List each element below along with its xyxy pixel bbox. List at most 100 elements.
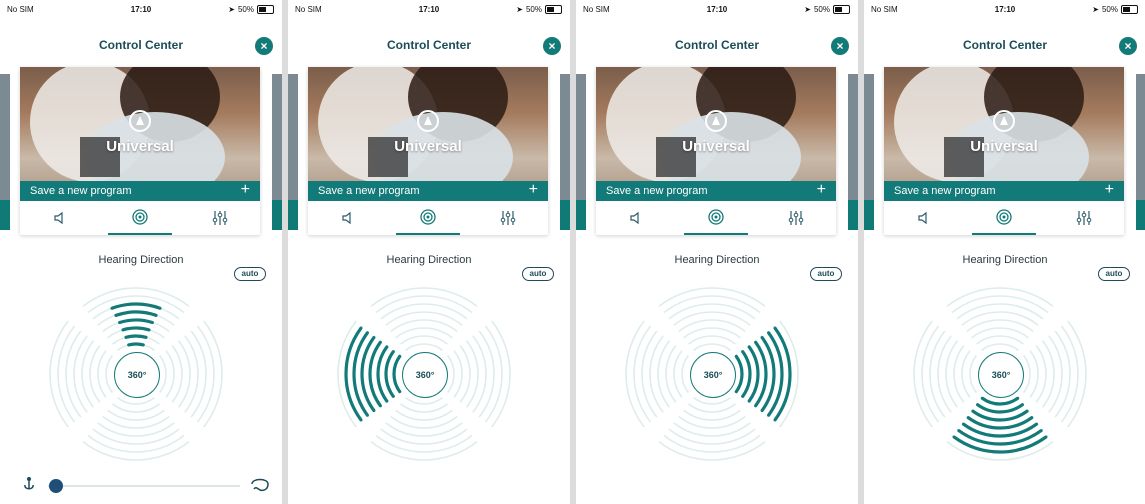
direction-arc	[392, 354, 402, 394]
ring-segment	[693, 343, 731, 352]
direction-icon	[420, 209, 436, 225]
equalizer-icon	[1076, 211, 1092, 225]
save-program-button[interactable]: Save a new program +	[884, 181, 1124, 201]
tab-direction[interactable]	[388, 201, 468, 235]
ring-segment	[678, 415, 746, 429]
ring-segment	[385, 311, 463, 326]
plus-icon: +	[1104, 181, 1114, 198]
ring-segment	[102, 319, 170, 333]
program-name: Universal	[106, 138, 174, 155]
tab-equalizer[interactable]	[756, 201, 836, 235]
battery-icon	[545, 5, 562, 14]
page-title: Control Center	[963, 38, 1047, 52]
ring-segment	[969, 355, 978, 393]
ring-segment	[966, 319, 1034, 333]
battery-icon	[1121, 5, 1138, 14]
direction-dial[interactable]: 360°	[622, 284, 802, 464]
direction-arc	[124, 334, 148, 339]
tab-volume[interactable]	[596, 201, 676, 235]
hearing-direction-title: Hearing Direction	[386, 254, 472, 266]
ring-segment	[390, 319, 458, 333]
auto-button[interactable]: auto	[810, 267, 842, 281]
ring-segment	[97, 422, 175, 437]
auto-button[interactable]: auto	[522, 267, 554, 281]
page-title: Control Center	[99, 38, 183, 52]
close-button[interactable]: ×	[543, 37, 561, 55]
ring-segment	[649, 335, 664, 413]
program-name: Universal	[394, 138, 462, 155]
equalizer-icon	[500, 211, 516, 225]
direction-arc	[118, 318, 154, 325]
next-card-peek[interactable]	[560, 74, 570, 200]
previous-card-peek[interactable]	[864, 74, 874, 200]
tab-volume[interactable]	[308, 201, 388, 235]
previous-card-bar	[288, 200, 298, 230]
location-icon: ➤	[1092, 5, 1099, 14]
slider-thumb[interactable]	[49, 479, 63, 493]
tab-equalizer[interactable]	[468, 201, 548, 235]
center-360-label[interactable]: 360°	[690, 352, 736, 398]
page-title: Control Center	[675, 38, 759, 52]
tab-equalizer[interactable]	[180, 201, 260, 235]
direction-arc	[114, 310, 158, 317]
auto-button[interactable]: auto	[234, 267, 266, 281]
tab-equalizer[interactable]	[1044, 201, 1124, 235]
auto-button[interactable]: auto	[1098, 267, 1130, 281]
ring-segment	[405, 343, 443, 352]
tab-direction[interactable]	[100, 201, 180, 235]
center-360-label[interactable]: 360°	[114, 352, 160, 398]
plus-icon: +	[240, 181, 250, 198]
phone-screen-front: No SIM 17:10 ➤ 50% Control Center × Unive…	[0, 0, 282, 504]
direction-dial[interactable]: 360°	[334, 284, 514, 464]
location-icon: ➤	[228, 5, 235, 14]
next-card-bar	[848, 200, 858, 230]
speaker-icon	[630, 211, 639, 225]
ring-segment	[465, 340, 479, 408]
program-photo: Universal	[884, 67, 1124, 181]
previous-card-peek[interactable]	[0, 74, 10, 200]
direction-dial[interactable]: 360°	[46, 284, 226, 464]
center-360-label[interactable]: 360°	[402, 352, 448, 398]
battery-label: 50%	[237, 5, 254, 14]
next-card-peek[interactable]	[272, 74, 282, 200]
direction-arc	[384, 350, 395, 398]
direction-arc	[760, 335, 776, 413]
ring-segment	[453, 350, 463, 398]
tab-volume[interactable]	[884, 201, 964, 235]
next-card-peek[interactable]	[848, 74, 858, 200]
ring-segment	[390, 415, 458, 429]
tab-direction[interactable]	[964, 201, 1044, 235]
ring-segment	[400, 335, 448, 345]
hearing-direction-title: Hearing Direction	[98, 254, 184, 266]
close-button[interactable]: ×	[255, 37, 273, 55]
program-card: Universal Save a new program +	[20, 67, 260, 235]
program-photo: Universal	[20, 67, 260, 181]
direction-dial[interactable]: 360°	[910, 284, 1090, 464]
ring-segment	[73, 335, 88, 413]
battery-label: 50%	[813, 5, 830, 14]
ring-segment	[673, 350, 683, 398]
previous-card-peek[interactable]	[288, 74, 298, 200]
save-program-button[interactable]: Save a new program +	[20, 181, 260, 201]
program-name: Universal	[682, 138, 750, 155]
tab-direction[interactable]	[676, 201, 756, 235]
phone-screen-back: No SIM 17:10 ➤ 50% Control Center × Unive…	[864, 0, 1145, 504]
close-button[interactable]: ×	[831, 37, 849, 55]
program-card: Universal Save a new program +	[308, 67, 548, 235]
save-program-button[interactable]: Save a new program +	[596, 181, 836, 201]
direction-icon	[132, 209, 148, 225]
tab-volume[interactable]	[20, 201, 100, 235]
plus-icon: +	[816, 181, 826, 198]
equalizer-icon	[788, 211, 804, 225]
close-button[interactable]: ×	[1119, 37, 1137, 55]
previous-card-peek[interactable]	[576, 74, 586, 200]
direction-arc	[121, 326, 151, 332]
location-icon: ➤	[516, 5, 523, 14]
hearing-direction-title: Hearing Direction	[674, 254, 760, 266]
next-card-peek[interactable]	[1136, 74, 1145, 200]
ring-segment	[945, 340, 959, 408]
center-360-label[interactable]: 360°	[978, 352, 1024, 398]
previous-card-bar	[864, 200, 874, 230]
ring-segment	[112, 403, 160, 413]
save-program-button[interactable]: Save a new program +	[308, 181, 548, 201]
